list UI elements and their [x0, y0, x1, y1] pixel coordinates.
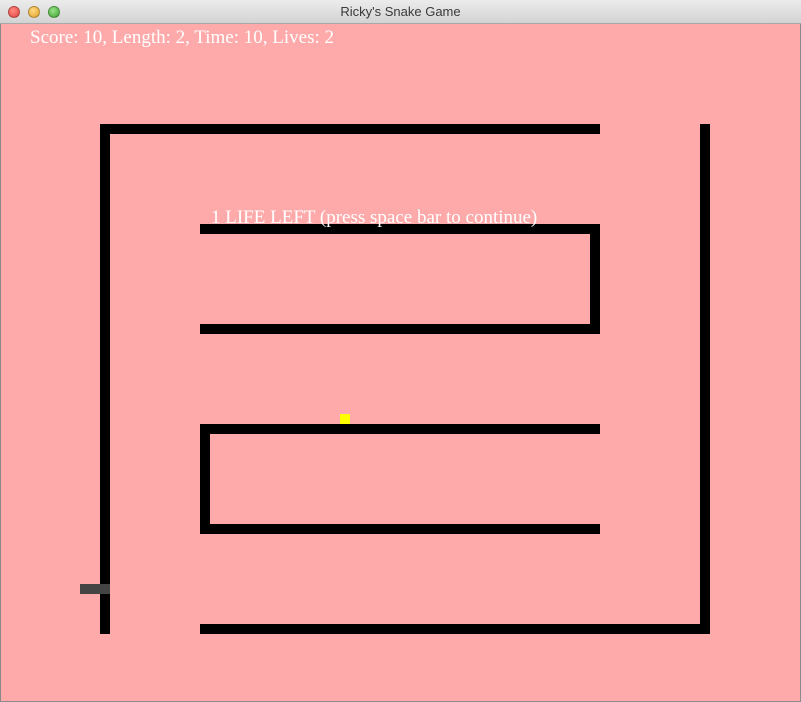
wall-upper-right: [590, 224, 600, 334]
game-window: Ricky's Snake Game Score: 10, Length: 2,…: [0, 0, 801, 702]
lives-message: 1 LIFE LEFT (press space bar to continue…: [211, 207, 538, 228]
title-bar: Ricky's Snake Game: [0, 0, 801, 24]
snake-body: [80, 584, 110, 594]
score-status: Score: 10, Length: 2, Time: 10, Lives: 2: [30, 27, 334, 48]
wall-lower-bottom: [200, 524, 600, 534]
food-pellet: [340, 414, 350, 424]
wall-lower-top: [200, 424, 600, 434]
wall-outer-left: [100, 124, 110, 634]
wall-lower-left: [200, 424, 210, 534]
wall-outer-right: [700, 124, 710, 634]
wall-outer-bottom: [200, 624, 710, 634]
wall-outer-top: [100, 124, 600, 134]
window-title: Ricky's Snake Game: [340, 4, 461, 19]
wall-upper-bottom: [200, 324, 600, 334]
